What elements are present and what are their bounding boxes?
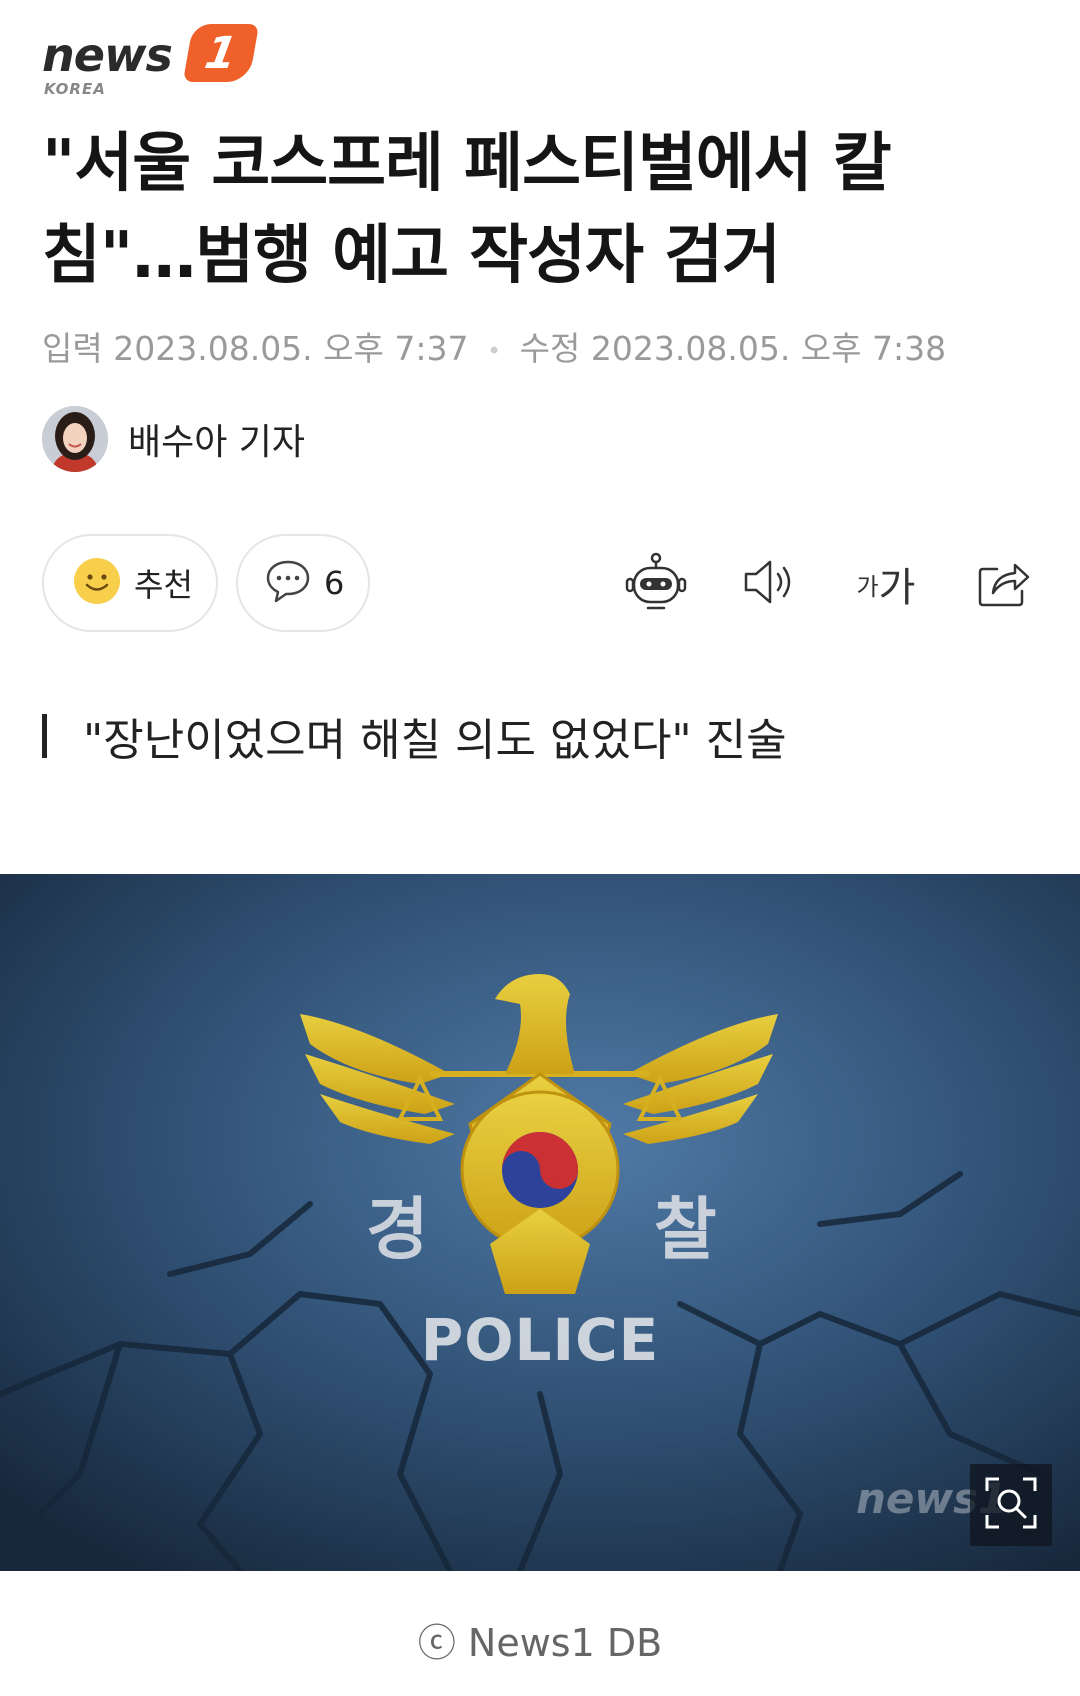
- font-size-large-glyph: 가: [878, 565, 916, 611]
- comment-count: 6: [324, 564, 345, 602]
- article-subtitle: "장난이었으며 해칠 의도 없었다" 진술: [42, 706, 787, 766]
- headline-line-1: "서울 코스프레 페스티벌에서 칼: [42, 127, 892, 201]
- photo-zoom-button[interactable]: [970, 1464, 1052, 1546]
- photo-caption: ⓒ News1 DB: [417, 1621, 663, 1665]
- robot-icon: [624, 550, 688, 618]
- article-photo[interactable]: 경 찰 POLICE news1: [0, 874, 1080, 1571]
- smiley-icon: [72, 556, 122, 610]
- article-dates: 입력 2023.08.05. 오후 7:37 • 수정 2023.08.05. …: [42, 322, 946, 370]
- subtitle-bar: [42, 714, 47, 758]
- logo-badge: 1: [182, 24, 260, 82]
- meta-separator: •: [486, 336, 502, 365]
- ai-summary-button[interactable]: [622, 550, 690, 618]
- headline-line-2: 침"…범행 예고 작성자 검거: [42, 219, 781, 293]
- share-button[interactable]: [970, 550, 1038, 618]
- speaker-icon: [740, 556, 800, 612]
- share-icon: [975, 555, 1033, 613]
- logo-wordmark: news: [42, 28, 173, 82]
- text-to-speech-button[interactable]: [736, 550, 804, 618]
- published-label: 입력: [42, 329, 103, 368]
- police-text: POLICE: [420, 1306, 660, 1374]
- article-headline: "서울 코스프레 페스티벌에서 칼 침"…범행 예고 작성자 검거: [42, 118, 1042, 302]
- published-date: 2023.08.05. 오후 7:37: [113, 329, 469, 368]
- police-right-char: 찰: [654, 1191, 717, 1270]
- modified-date: 2023.08.05. 오후 7:38: [590, 329, 947, 368]
- font-size-button[interactable]: 가 가: [852, 550, 920, 618]
- comments-button[interactable]: 6: [236, 534, 370, 632]
- reporter-name: 배수아 기자: [128, 422, 306, 463]
- subtitle-text: "장난이었으며 해칠 의도 없었다" 진술: [83, 715, 787, 766]
- police-left-char: 경: [366, 1191, 429, 1270]
- reporter-info[interactable]: 배수아 기자: [42, 404, 305, 474]
- news1-logo[interactable]: news 1 KOREA: [42, 24, 282, 100]
- font-size-small-glyph: 가: [856, 572, 879, 601]
- zoom-magnifier-icon: [981, 1473, 1041, 1537]
- recommend-button[interactable]: 추천: [42, 534, 218, 632]
- reporter-avatar: [42, 406, 108, 472]
- logo-subtitle: KOREA: [44, 80, 106, 98]
- speech-bubble-icon: [264, 558, 312, 608]
- recommend-label: 추천: [134, 566, 193, 604]
- modified-label: 수정: [519, 329, 581, 368]
